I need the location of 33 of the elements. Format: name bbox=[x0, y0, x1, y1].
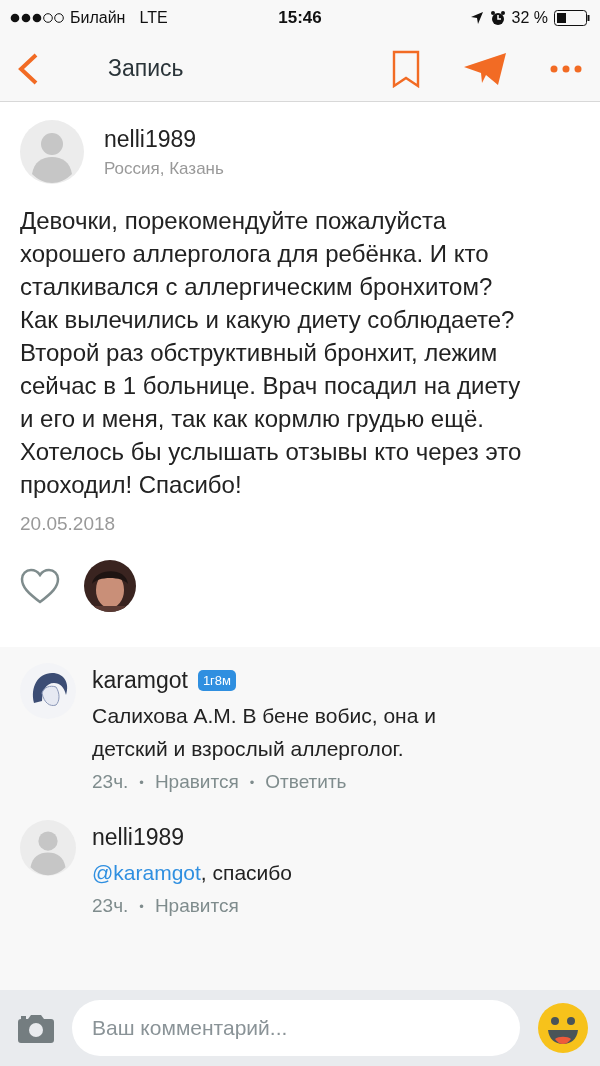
comment-action-link[interactable]: Нравится bbox=[154, 771, 239, 793]
avatar-placeholder-icon bbox=[20, 120, 84, 184]
carrier-name: Билайн bbox=[70, 9, 126, 27]
comment-action-link[interactable]: Нравится bbox=[154, 895, 239, 917]
comment-input[interactable]: Ваш комментарий... bbox=[72, 1000, 520, 1056]
clock: 15:46 bbox=[278, 8, 322, 28]
author-location: Россия, Казань bbox=[104, 158, 224, 179]
alarm-icon bbox=[489, 10, 506, 26]
comment-time: 23ч. bbox=[92, 771, 129, 793]
battery-percent: 32 % bbox=[511, 9, 548, 27]
comment-author[interactable]: nelli1989 bbox=[92, 824, 185, 851]
author-name[interactable]: nelli1989 bbox=[104, 125, 224, 153]
avatar-placeholder-icon bbox=[20, 820, 76, 876]
network-type: LTE bbox=[139, 9, 168, 27]
comment-action-link[interactable]: Ответить bbox=[265, 771, 347, 793]
screen-title: Запись bbox=[108, 55, 185, 82]
camera-button[interactable] bbox=[18, 1013, 54, 1043]
user-badge: 1г8м bbox=[197, 670, 236, 691]
emoji-button[interactable] bbox=[538, 1003, 588, 1053]
signal-icon bbox=[10, 13, 64, 23]
battery-icon bbox=[554, 10, 590, 26]
post-text: Девочки, порекомендуйте пожалуйста хорошего аллерголога для ребёнка. И кто сталкивался с аллергическим бронхитом? Как вылечились и какую диету соблюдаете? Второй раз обструктивный бронхит, лежим сейчас в 1 больнице. Врач посадил на диету и его и меня, так как кормлю грудью ещё. Хотелось бы услышать отзывы кто через это проходил! Спасибо! bbox=[20, 206, 523, 500]
separator-dot: • bbox=[249, 774, 255, 790]
comment-author[interactable]: karamgot bbox=[92, 667, 188, 694]
mention-link[interactable]: @karamgot bbox=[92, 861, 201, 884]
comment-text: @karamgot, спасибо bbox=[92, 860, 294, 886]
location-icon bbox=[469, 11, 484, 25]
comment-time: 23ч. bbox=[92, 895, 129, 917]
separator-dot: • bbox=[139, 898, 144, 914]
like-button[interactable] bbox=[20, 568, 60, 604]
post-date: 20.05.2018 bbox=[20, 513, 117, 535]
separator-dot: • bbox=[139, 774, 144, 790]
comment-text: Салихова А.М. В бене вобис, она и детский и взрослый аллерголог. bbox=[92, 703, 437, 762]
